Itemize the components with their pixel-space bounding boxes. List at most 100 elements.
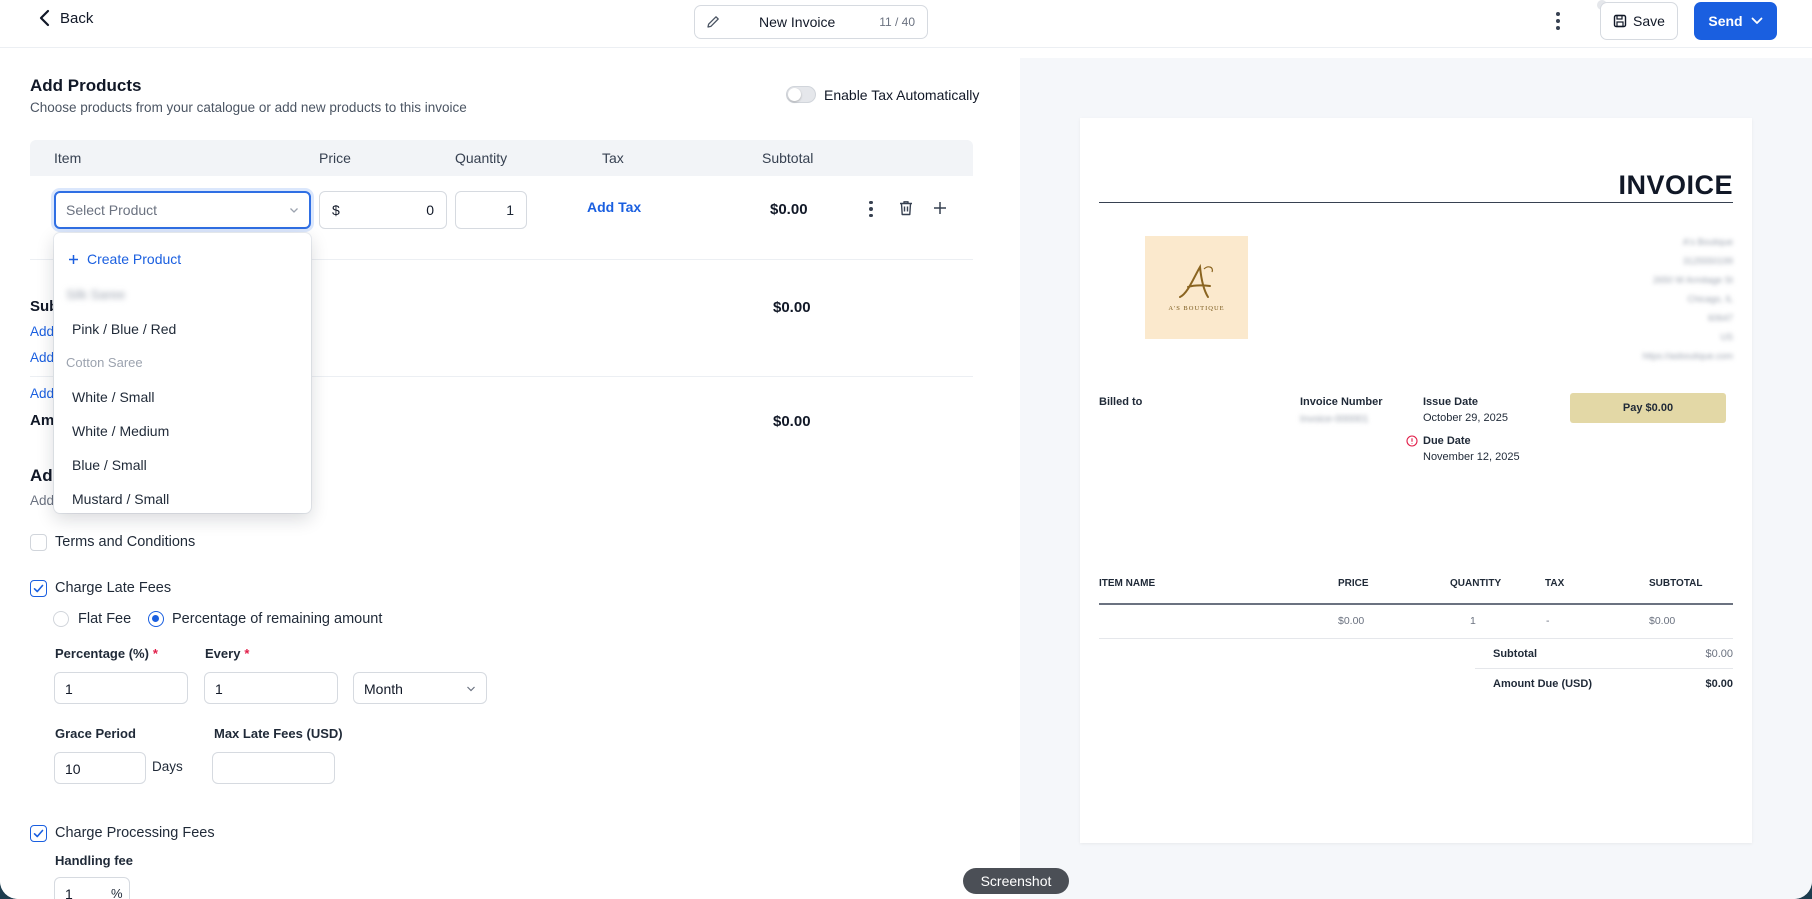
grace-period-input[interactable]: 10: [54, 752, 146, 784]
issue-date-value: October 29, 2025: [1423, 412, 1509, 424]
column-quantity: Quantity: [455, 150, 508, 166]
every-field-text: Every: [205, 646, 241, 661]
required-marker: *: [152, 646, 158, 661]
percent-sign: %: [111, 886, 123, 899]
price-input[interactable]: $ 0: [319, 191, 447, 229]
column-tax: Tax: [602, 150, 624, 166]
dropdown-item[interactable]: Pink / Blue / Red: [72, 321, 176, 337]
plus-icon: [69, 254, 78, 264]
billed-to-label: Billed to: [1099, 396, 1143, 408]
boutique-logo: A'S BOUTIQUE: [1145, 236, 1248, 339]
invoice-form: Add Products Choose products from your c…: [0, 48, 1020, 899]
dropdown-item[interactable]: White / Medium: [72, 423, 169, 439]
select-product-placeholder: Select Product: [66, 202, 158, 218]
row-subtotal: $0.00: [770, 201, 808, 218]
address-line: A's Boutique: [1682, 237, 1733, 247]
amount-due-value: $0.00: [773, 413, 811, 430]
preview-column-tax: TAX: [1545, 578, 1565, 589]
preview-row-price: $0.00: [1338, 615, 1365, 627]
late-fees-checkbox[interactable]: [30, 580, 47, 597]
additional-options-subheading: Add: [30, 493, 55, 508]
handling-fee-input[interactable]: 1 %: [54, 877, 130, 899]
days-label: Days: [152, 759, 183, 774]
create-product-label: Create Product: [87, 251, 182, 267]
select-product-input[interactable]: Select Product: [54, 191, 311, 229]
period-select[interactable]: Month: [353, 672, 487, 704]
preview-column-subtotal: SUBTOTAL: [1649, 578, 1703, 589]
preview-amount-due-value: $0.00: [1705, 678, 1733, 690]
address-line: 3125550199: [1682, 256, 1733, 266]
processing-fees-label: Charge Processing Fees: [55, 825, 215, 841]
address-line: Chicago, IL: [1687, 294, 1733, 304]
currency-symbol: $: [332, 202, 340, 218]
add-tax-link[interactable]: Add Tax: [587, 199, 641, 215]
row-options-icon[interactable]: [866, 199, 876, 219]
save-label: Save: [1633, 13, 1665, 29]
subtotal-value: $0.00: [773, 299, 811, 316]
processing-fees-checkbox[interactable]: [30, 825, 47, 842]
dropdown-group-1: Silk Saree: [66, 287, 126, 302]
every-value: 1: [215, 681, 223, 697]
send-label: Send: [1708, 13, 1743, 29]
amount-due-label: Am: [30, 412, 55, 429]
percentage-value: 1: [65, 681, 73, 697]
invoice-title-field[interactable]: New Invoice 11 / 40: [694, 5, 928, 39]
enable-tax-toggle[interactable]: [786, 86, 816, 103]
product-dropdown: Create Product Silk Saree Pink / Blue / …: [54, 233, 311, 513]
warning-icon: [1406, 435, 1418, 447]
terms-checkbox[interactable]: [30, 534, 47, 551]
products-table-header: Item Price Quantity Tax Subtotal: [30, 140, 973, 176]
add-products-subheading: Choose products from your catalogue or a…: [30, 100, 467, 115]
pay-button[interactable]: Pay $0.00: [1570, 393, 1726, 423]
percentage-field-label: Percentage (%) *: [55, 646, 158, 661]
add-payment-link[interactable]: Add: [30, 386, 54, 401]
check-icon: [33, 829, 44, 838]
check-icon: [33, 584, 44, 593]
preview-row-quantity: 1: [1470, 615, 1476, 627]
totals-rule: [1475, 668, 1733, 669]
dropdown-item[interactable]: Blue / Small: [72, 457, 147, 473]
dropdown-item[interactable]: White / Small: [72, 389, 154, 405]
additional-options-heading: Ad: [30, 466, 53, 485]
quantity-input[interactable]: 1: [455, 191, 527, 229]
handling-fee-label: Handling fee: [55, 853, 134, 868]
invoice-number-label: Invoice Number: [1300, 396, 1383, 408]
add-row-icon[interactable]: [932, 200, 948, 216]
invoice-heading: INVOICE: [1618, 170, 1733, 200]
percentage-radio[interactable]: [148, 611, 164, 627]
chevron-left-icon: [39, 9, 50, 27]
grace-period-label: Grace Period: [55, 726, 136, 741]
max-late-fees-input[interactable]: [212, 752, 335, 784]
back-button[interactable]: Back: [38, 9, 93, 27]
due-date-label: Due Date: [1423, 435, 1471, 447]
dropdown-item[interactable]: Mustard / Small: [72, 491, 169, 507]
quantity-value: 1: [506, 202, 514, 218]
trash-icon[interactable]: [897, 199, 915, 217]
required-marker: *: [244, 646, 250, 661]
due-date-value: November 12, 2025: [1423, 451, 1520, 463]
more-options-icon[interactable]: [1550, 10, 1566, 32]
send-button[interactable]: Send: [1694, 2, 1777, 40]
address-line: 60647: [1707, 313, 1733, 323]
create-product-option[interactable]: Create Product: [68, 251, 181, 267]
preview-column-quantity: QUANTITY: [1450, 578, 1502, 589]
preview-subtotal-label: Subtotal: [1493, 648, 1537, 660]
add-products-heading: Add Products: [30, 76, 142, 95]
flat-fee-radio[interactable]: [53, 611, 69, 627]
add-tax-summary-link[interactable]: Add: [30, 350, 54, 365]
preview-column-price: PRICE: [1338, 578, 1369, 589]
save-button[interactable]: Save: [1600, 2, 1678, 40]
every-input[interactable]: 1: [204, 672, 338, 704]
percentage-label: Percentage of remaining amount: [172, 611, 383, 627]
invoice-preview: INVOICE A'S BOUTIQUE A's Boutique 312555…: [1080, 118, 1752, 843]
handling-fee-value: 1: [65, 886, 73, 899]
title-char-count: 11 / 40: [879, 15, 915, 29]
max-late-fees-label: Max Late Fees (USD): [214, 726, 343, 741]
screenshot-tooltip: Screenshot: [963, 868, 1069, 894]
address-line: https://asboutique.com: [1642, 351, 1733, 361]
add-discount-link[interactable]: Add: [30, 324, 54, 339]
percentage-input[interactable]: 1: [54, 672, 188, 704]
table-row-rule: [1099, 638, 1733, 639]
logo-monogram-icon: [1178, 263, 1213, 298]
grace-period-value: 10: [65, 761, 81, 777]
